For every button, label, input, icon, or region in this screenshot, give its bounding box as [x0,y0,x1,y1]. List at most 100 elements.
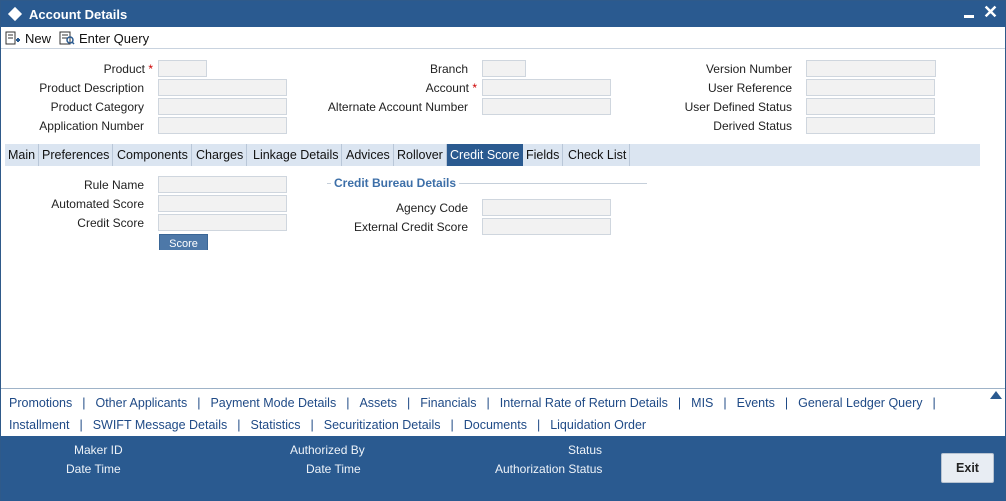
link-promotions[interactable]: Promotions [9,396,72,410]
external-credit-score-field[interactable] [482,218,611,235]
user-defined-status-label: User Defined Status [684,100,792,114]
product-description-field[interactable] [158,79,287,96]
automated-score-label: Automated Score [51,197,144,211]
footer: Maker ID Date Time Authorized By Date Ti… [1,436,1005,501]
derived-status-label: Derived Status [713,119,792,133]
tab-preferences[interactable]: Preferences [39,144,114,166]
score-button[interactable]: Score [159,234,208,250]
derived-status-field[interactable] [806,117,935,134]
maker-date-time-label: Date Time [66,462,121,476]
branch-label: Branch [429,62,468,76]
tab-rollover[interactable]: Rollover [394,144,447,166]
tab-check-list[interactable]: Check List [565,144,631,166]
link-separator: | [723,396,727,410]
account-field[interactable] [482,79,611,96]
tab-components[interactable]: Components [114,144,192,166]
links-bar: Promotions | Other Applicants | Payment Mode… [1,388,1005,436]
external-credit-score-label: External Credit Score [353,220,468,234]
product-category-label: Product Category [50,100,144,114]
product-description-label: Product Description [39,81,144,95]
alternate-account-number-label: Alternate Account Number [327,100,468,114]
tab-bar: Main Preferences Components Charges Link… [5,144,980,166]
agency-code-label: Agency Code [395,201,468,215]
link-installment[interactable]: Installment [9,418,69,432]
authorization-status-label: Authorization Status [495,462,603,476]
link-liquidation-order[interactable]: Liquidation Order [550,418,646,432]
link-statistics[interactable]: Statistics [250,418,300,432]
automated-score-field[interactable] [158,195,287,212]
enter-query-button[interactable]: Enter Query [59,29,149,47]
toolbar: New Enter Query [1,27,1005,49]
application-number-field[interactable] [158,117,287,134]
rule-name-field[interactable] [158,176,287,193]
link-separator: | [450,418,454,432]
link-assets[interactable]: Assets [359,396,397,410]
new-label: New [25,30,52,46]
link-separator: | [346,396,350,410]
link-payment-mode-details[interactable]: Payment Mode Details [210,396,336,410]
new-button[interactable]: New [5,29,51,47]
link-separator: | [79,418,83,432]
minimize-icon[interactable] [963,8,975,20]
credit-score-field[interactable] [158,214,287,231]
link-separator: | [406,396,411,410]
scroll-up-icon[interactable] [990,391,1002,399]
authorized-by-label: Authorized By [290,443,365,457]
link-other-applicants[interactable]: Other Applicants [95,396,187,410]
link-separator: | [536,418,541,432]
enter-query-icon [59,31,75,45]
link-swift-message-details[interactable]: SWIFT Message Details [93,418,228,432]
title-bar: Account Details ✕ [1,1,1005,27]
link-documents[interactable]: Documents [464,418,527,432]
link-internal-rate-of-return-details[interactable]: Internal Rate of Return Details [500,396,668,410]
branch-field[interactable] [482,60,526,77]
window-diamond-icon [7,6,23,22]
checker-date-time-label: Date Time [306,462,361,476]
rule-name-label: Rule Name [83,178,144,192]
tab-charges[interactable]: Charges [193,144,248,166]
link-separator: | [784,396,789,410]
user-reference-field[interactable] [806,79,935,96]
tab-credit-score[interactable]: Credit Score [447,144,524,166]
tab-main[interactable]: Main [5,144,40,166]
close-icon[interactable]: ✕ [983,3,998,21]
enter-query-label: Enter Query [79,30,150,46]
user-defined-status-field[interactable] [806,98,935,115]
tab-fields[interactable]: Fields [523,144,564,166]
link-separator: | [237,418,241,432]
product-label-text: Product [103,62,145,76]
alternate-account-number-field[interactable] [482,98,611,115]
window-title: Account Details [29,7,128,22]
link-separator: | [82,396,86,410]
new-icon [5,31,20,45]
tab-linkage-details[interactable]: Linkage Details [250,144,343,166]
link-mis[interactable]: MIS [691,396,713,410]
product-required-marker: * [148,62,153,76]
version-number-field[interactable] [806,60,936,77]
links-row-1: Promotions | Other Applicants | Payment Mode… [9,396,946,410]
link-financials[interactable]: Financials [420,396,476,410]
tab-advices[interactable]: Advices [343,144,394,166]
maker-id-label: Maker ID [74,443,123,457]
product-field[interactable] [158,60,207,77]
link-events[interactable]: Events [737,396,775,410]
version-number-label: Version Number [705,62,792,76]
link-separator: | [932,396,936,410]
status-label: Status [568,443,603,457]
bureau-fieldset-line-left [327,183,331,184]
link-separator: | [197,396,201,410]
account-label: Account * [426,81,477,95]
credit-score-label: Credit Score [77,216,144,230]
account-label-text: Account [425,81,469,95]
exit-button[interactable]: Exit [941,453,994,483]
link-separator: | [677,396,682,410]
product-category-field[interactable] [158,98,287,115]
link-general-ledger-query[interactable]: General Ledger Query [798,396,922,410]
application-number-label: Application Number [39,119,144,133]
account-required-marker: * [472,81,477,95]
product-label: Product * [104,62,153,76]
user-reference-label: User Reference [707,81,792,95]
link-securitization-details[interactable]: Securitization Details [324,418,441,432]
agency-code-field[interactable] [482,199,611,216]
links-row-2: Installment | SWIFT Message Details | Statis… [9,418,646,432]
